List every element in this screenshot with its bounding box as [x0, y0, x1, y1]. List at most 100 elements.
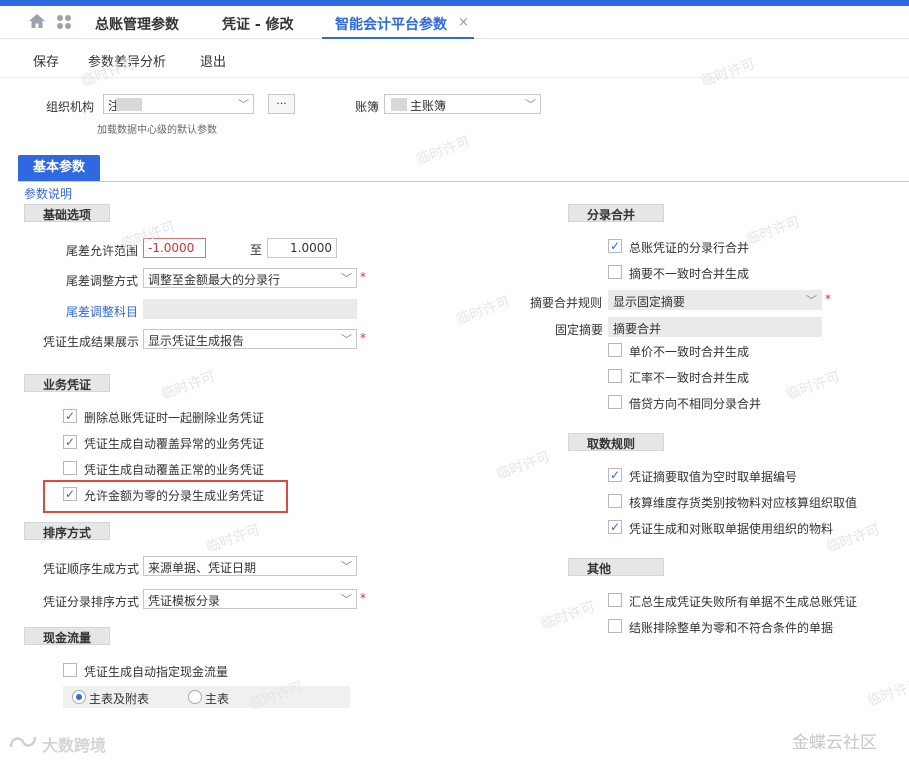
masked-text	[391, 98, 407, 111]
to-label: 至	[250, 243, 263, 257]
footer-right-text: 金蝶云社区	[792, 733, 877, 753]
org-more-button[interactable]: ···	[268, 94, 295, 114]
merge-label-1: 总账凭证的分录行合并	[629, 241, 750, 255]
watermark: 临时许可	[454, 293, 513, 329]
section-other: 其他	[568, 558, 664, 576]
tab-divider	[18, 181, 909, 182]
section-cashflow: 现金流量	[24, 627, 110, 645]
biz-checkbox-4[interactable]: ✓	[63, 487, 77, 501]
diff-analysis-button[interactable]: 参数差异分析	[88, 51, 166, 70]
biz-checkbox-1[interactable]: ✓	[63, 409, 77, 423]
watermark: 临时许可	[865, 675, 909, 711]
chevron-down-icon: ﹀	[525, 98, 536, 111]
tail-adjust-label: 尾差调整方式	[66, 274, 139, 288]
sort-order-label: 凭证顺序生成方式	[43, 562, 140, 576]
apps-grid-icon[interactable]	[56, 14, 72, 30]
toolbar: 保存 参数差异分析 退出	[0, 40, 909, 78]
gen-result-select[interactable]: 显示凭证生成报告 ﹀	[143, 329, 357, 349]
fetch-label-2: 核算维度存货类别按物料对应核算组织取值	[629, 496, 858, 510]
merge-rule-value: 显示固定摘要	[613, 295, 686, 309]
fetch-checkbox-2[interactable]	[608, 494, 622, 508]
biz-label-4: 允许金额为零的分录生成业务凭证	[84, 489, 265, 503]
sort-order-value: 来源单据、凭证日期	[148, 561, 257, 575]
watermark: 临时许可	[204, 521, 263, 557]
section-merge: 分录合并	[568, 204, 664, 222]
merge-label-4: 汇率不一致时合并生成	[629, 371, 750, 385]
home-icon[interactable]	[28, 13, 46, 29]
exit-button[interactable]: 退出	[200, 51, 226, 70]
watermark: 临时许可	[744, 213, 803, 249]
param-desc-link[interactable]: 参数说明	[24, 185, 72, 202]
merge-checkbox-2[interactable]	[608, 265, 622, 279]
merge-checkbox-4[interactable]	[608, 369, 622, 383]
entry-sort-select[interactable]: 凭证模板分录 ﹀	[143, 589, 357, 609]
watermark: 临时许可	[414, 133, 473, 169]
watermark: 临时许可	[539, 598, 598, 634]
chevron-down-icon: ﹀	[341, 272, 352, 285]
org-label: 组织机构	[46, 100, 95, 114]
merge-checkbox-1[interactable]: ✓	[608, 239, 622, 253]
tail-from-input[interactable]: -1.0000	[143, 238, 206, 258]
merge-rule-label: 摘要合并规则	[530, 296, 603, 310]
radio-main-and-sub[interactable]	[72, 690, 86, 704]
footer-logo-left: 大数跨境	[8, 731, 138, 755]
cashflow-checkbox[interactable]	[63, 663, 77, 677]
radio-main[interactable]	[188, 690, 202, 704]
tail-adjust-select[interactable]: 调整至金额最大的分录行 ﹀	[143, 268, 357, 288]
other-label-1: 汇总生成凭证失败所有单据不生成总账凭证	[629, 595, 858, 609]
merge-label-2: 摘要不一致时合并生成	[629, 267, 750, 281]
tail-to-input[interactable]: 1.0000	[267, 238, 337, 258]
tab-basic-params[interactable]: 基本参数	[18, 155, 100, 181]
biz-checkbox-3[interactable]	[63, 461, 77, 475]
save-button[interactable]: 保存	[33, 51, 59, 70]
required-mark: *	[825, 292, 831, 306]
watermark: 临时许可	[494, 448, 553, 484]
watermark: 临时许可	[159, 368, 218, 404]
entry-sort-value: 凭证模板分录	[148, 594, 221, 608]
tab-smart-accounting[interactable]: 智能会计平台参数	[335, 14, 447, 34]
tail-adjust-value: 调整至金额最大的分录行	[148, 273, 281, 287]
active-tab-underline	[322, 37, 474, 39]
fixed-summary-label: 固定摘要	[555, 323, 604, 337]
org-select[interactable]: 注 ﹀	[103, 94, 254, 114]
footer-left-text: 大数跨境	[42, 736, 107, 755]
tab-close-icon[interactable]: ×	[458, 15, 469, 30]
tail-subject-field[interactable]	[143, 299, 357, 319]
fetch-checkbox-1[interactable]: ✓	[608, 468, 622, 482]
section-basic: 基础选项	[24, 204, 110, 222]
book-select[interactable]: 主账簿 ﹀	[384, 94, 541, 114]
section-biz-voucher: 业务凭证	[24, 374, 110, 392]
merge-rule-select[interactable]: 显示固定摘要 ﹀	[608, 290, 822, 310]
radio-main-label: 主表	[205, 692, 230, 706]
merge-label-3: 单价不一致时合并生成	[629, 345, 750, 359]
biz-label-2: 凭证生成自动覆盖异常的业务凭证	[84, 437, 265, 451]
brand-logo-icon	[8, 733, 38, 751]
chevron-down-icon: ﹀	[341, 593, 352, 606]
other-checkbox-2[interactable]	[608, 619, 622, 633]
gen-result-label: 凭证生成结果展示	[43, 335, 140, 349]
required-mark: *	[360, 331, 366, 345]
tail-range-label: 尾差允许范围	[66, 244, 139, 258]
sort-order-select[interactable]: 来源单据、凭证日期 ﹀	[143, 556, 357, 576]
chevron-down-icon: ﹀	[341, 333, 352, 346]
chevron-down-icon: ﹀	[806, 294, 817, 307]
other-checkbox-1[interactable]	[608, 593, 622, 607]
merge-label-5: 借贷方向不相同分录合并	[629, 397, 762, 411]
fixed-summary-field[interactable]: 摘要合并	[608, 317, 822, 337]
tab-voucher-edit[interactable]: 凭证 - 修改	[222, 14, 294, 34]
tail-subject-link[interactable]: 尾差调整科目	[66, 303, 138, 320]
tab-gl-params[interactable]: 总账管理参数	[95, 14, 179, 34]
tab-bar: 总账管理参数 凭证 - 修改 智能会计平台参数 ×	[0, 6, 909, 39]
section-fetch: 取数规则	[568, 433, 664, 451]
gen-result-value: 显示凭证生成报告	[148, 334, 245, 348]
merge-checkbox-5[interactable]	[608, 395, 622, 409]
biz-label-3: 凭证生成自动覆盖正常的业务凭证	[84, 463, 265, 477]
biz-checkbox-2[interactable]: ✓	[63, 435, 77, 449]
chevron-down-icon: ﹀	[341, 560, 352, 573]
other-label-2: 结账排除整单为零和不符合条件的单据	[629, 621, 834, 635]
book-value: 主账簿	[410, 99, 447, 113]
merge-checkbox-3[interactable]	[608, 343, 622, 357]
fetch-label-1: 凭证摘要取值为空时取单据编号	[629, 470, 798, 484]
watermark: 临时许可	[784, 368, 843, 404]
fetch-checkbox-3[interactable]: ✓	[608, 520, 622, 534]
